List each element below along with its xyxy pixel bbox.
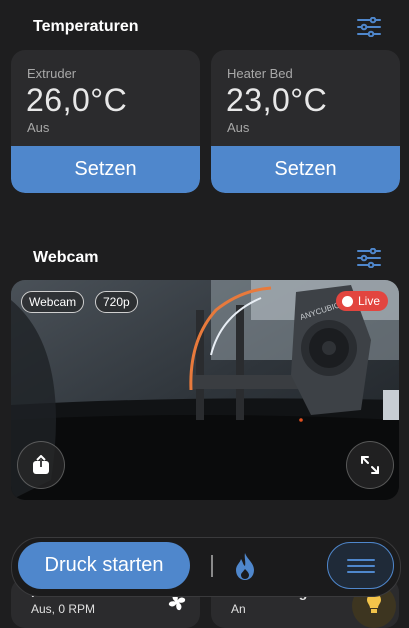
webcam-source-chip[interactable]: Webcam	[21, 291, 85, 313]
menu-button[interactable]	[327, 542, 394, 589]
extruder-temperature: 26,0°C	[26, 82, 128, 118]
fullscreen-button[interactable]	[346, 441, 394, 489]
live-label: Live	[357, 294, 380, 308]
camera-light-state: An	[231, 602, 246, 616]
webcam-title: Webcam	[33, 249, 99, 266]
webcam-image: ANYCUBIC	[11, 280, 399, 500]
action-bar-divider	[211, 555, 213, 577]
heater-bed-state: Aus	[227, 120, 250, 135]
expand-icon	[361, 456, 379, 474]
live-badge: Live	[335, 291, 388, 311]
share-icon	[33, 455, 49, 474]
temperature-settings-icon[interactable]	[357, 17, 381, 37]
live-dot-icon	[341, 295, 353, 307]
heater-bed-card: Heater Bed 23,0°C Aus Setzen	[211, 50, 400, 193]
resolution-chip[interactable]: 720p	[95, 291, 138, 313]
webcam-settings-icon[interactable]	[357, 248, 381, 268]
menu-icon	[346, 558, 375, 573]
action-bar: Druck starten	[11, 537, 401, 597]
heater-bed-temperature: 23,0°C	[226, 82, 328, 118]
heater-bed-label: Heater Bed	[227, 66, 293, 81]
heater-bed-set-button[interactable]: Setzen	[211, 146, 400, 193]
webcam-feed[interactable]: ANYCUBIC Webcam 720p Live	[11, 280, 399, 500]
extruder-card: Extruder 26,0°C Aus Setzen	[11, 50, 200, 193]
fan-state: Aus, 0 RPM	[31, 602, 96, 616]
start-print-button[interactable]: Druck starten	[18, 542, 190, 589]
temperatures-title: Temperaturen	[33, 18, 139, 35]
extruder-set-button[interactable]: Setzen	[11, 146, 200, 193]
extruder-label: Extruder	[27, 66, 77, 81]
share-button[interactable]	[17, 441, 65, 489]
flame-icon[interactable]	[234, 552, 256, 581]
extruder-state: Aus	[27, 120, 50, 135]
